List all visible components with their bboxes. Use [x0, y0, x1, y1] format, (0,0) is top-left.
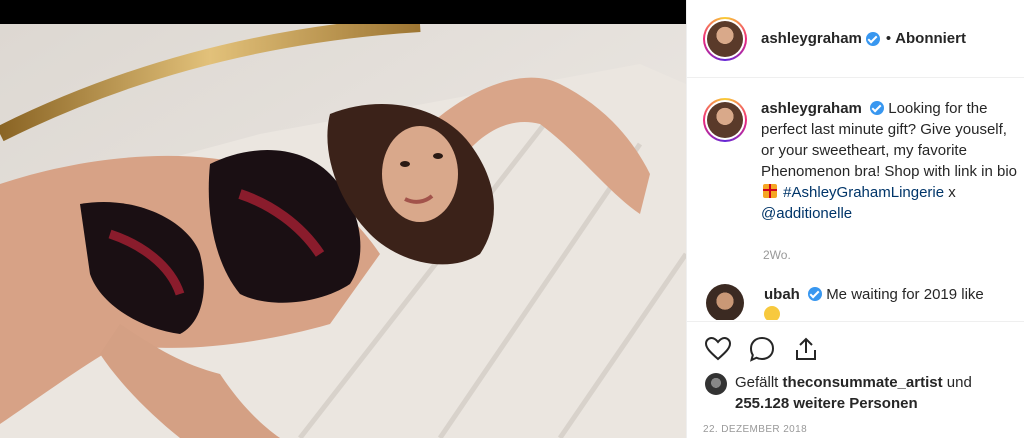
share-icon[interactable] [791, 334, 821, 364]
verified-badge-icon [808, 287, 823, 301]
caption-text: ashleygraham Looking for the perfect las… [761, 98, 1019, 224]
separator-dot: • [885, 30, 892, 47]
post-media[interactable] [0, 0, 686, 438]
caption-avatar-image [707, 102, 743, 138]
caption-author-avatar[interactable] [703, 98, 747, 142]
gift-emoji-icon [763, 184, 777, 198]
likes-conj: und [946, 374, 972, 391]
likes-count[interactable]: 255.128 weitere Personen [735, 395, 918, 412]
hashtag-link[interactable]: #AshleyGrahamLingerie [783, 184, 944, 201]
comment-body: Me waiting for 2019 like [826, 286, 984, 303]
post-caption: ashleygraham Looking for the perfect las… [703, 98, 1019, 224]
author-avatar[interactable] [703, 16, 747, 61]
grin-emoji-icon [764, 306, 780, 320]
heart-icon[interactable] [703, 334, 733, 364]
caption-time-ago[interactable]: 2Wo. [763, 248, 791, 262]
post-photo[interactable] [0, 24, 686, 438]
commenter-avatar[interactable] [706, 284, 744, 320]
post-header: ashleygraham • Abonniert [687, 0, 1024, 78]
follow-status-button[interactable]: Abonniert [895, 30, 966, 47]
caption-connector: x [948, 184, 956, 201]
verified-badge-icon [865, 31, 880, 46]
liker-username[interactable]: theconsummate_artist [783, 374, 943, 391]
instagram-post-view: ashleygraham • Abonniert ashleygraham Lo… [0, 0, 1024, 438]
post-actions-bar [687, 321, 1024, 364]
verified-badge-icon [870, 101, 885, 115]
comment-bubble-icon[interactable] [747, 334, 777, 364]
mention-link[interactable]: @additionelle [761, 205, 852, 222]
likes-prefix: Gefällt [735, 374, 779, 391]
comment-item: ubah Me waiting for 2019 like [703, 284, 1019, 320]
author-avatar-image [707, 20, 743, 57]
caption-username[interactable]: ashleygraham [761, 100, 862, 117]
commenter-username[interactable]: ubah [764, 286, 800, 303]
post-side-panel: ashleygraham • Abonniert ashleygraham Lo… [686, 0, 1024, 438]
liker-avatar[interactable] [705, 373, 727, 395]
post-date[interactable]: 22. DEZEMBER 2018 [703, 424, 807, 435]
likes-summary: Gefällt theconsummate_artist und 255.128… [703, 372, 1013, 414]
likes-text: Gefällt theconsummate_artist und 255.128… [735, 372, 972, 414]
comment-text: ubah Me waiting for 2019 like [764, 284, 984, 320]
author-username[interactable]: ashleygraham [761, 30, 862, 47]
